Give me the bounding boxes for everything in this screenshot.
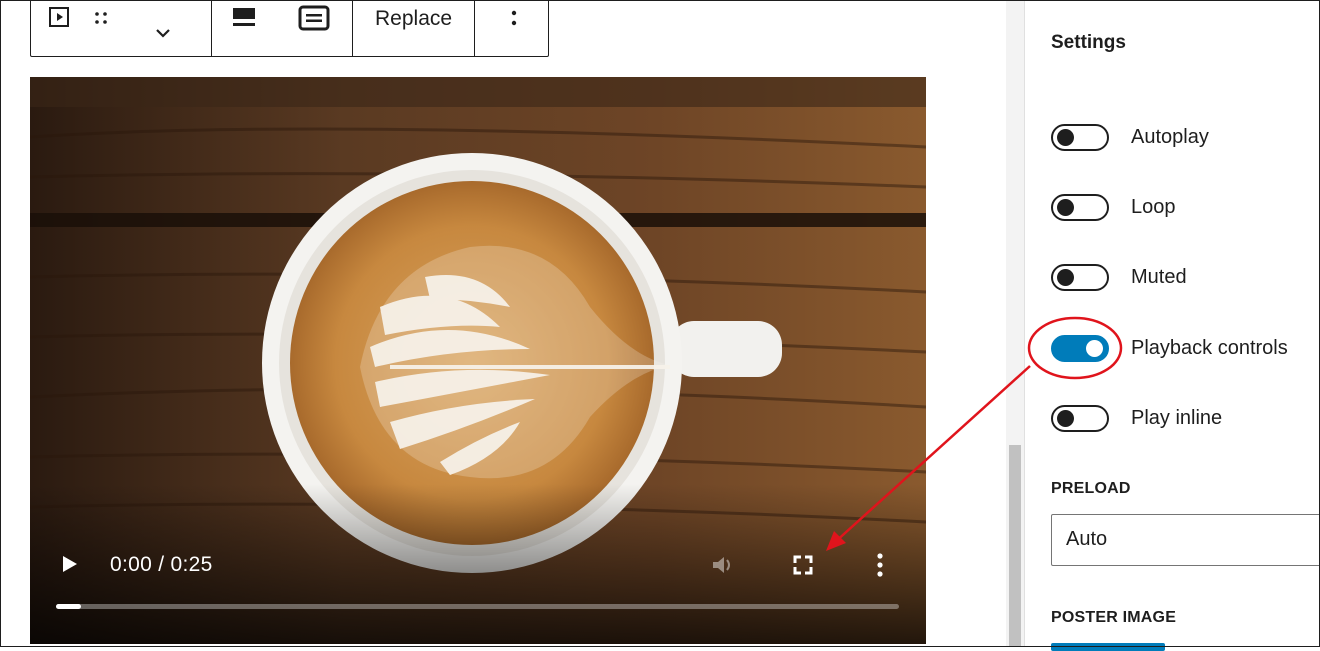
settings-sidebar: Settings Autoplay Loop Muted Playback co… [1024, 0, 1320, 651]
video-block-icon[interactable] [31, 0, 87, 56]
loop-label[interactable]: Loop [1131, 196, 1176, 219]
toolbar-group-block [31, 0, 212, 56]
video-progress-bar[interactable] [56, 604, 899, 609]
toggle-knob [1057, 199, 1074, 216]
editor-scrollbar[interactable] [1006, 0, 1024, 647]
toggle-knob [1057, 410, 1074, 427]
align-full-icon[interactable] [276, 0, 352, 56]
volume-icon[interactable] [711, 554, 735, 581]
toggle-knob [1057, 269, 1074, 286]
toggle-row-play-inline: Play inline [1051, 405, 1222, 432]
video-progress-fill [56, 604, 82, 609]
more-options-icon[interactable] [475, 0, 553, 56]
settings-title: Settings [1051, 32, 1126, 53]
toggle-knob [1057, 129, 1074, 146]
toolbar-group-more [475, 0, 553, 56]
toggle-knob [1086, 340, 1103, 357]
toggle-row-playback-controls: Playback controls [1051, 335, 1288, 362]
video-player[interactable]: 0:00 / 0:25 [30, 77, 926, 644]
poster-image-button[interactable] [1051, 643, 1165, 651]
play-inline-toggle[interactable] [1051, 405, 1109, 432]
play-inline-label[interactable]: Play inline [1131, 407, 1222, 430]
fullscreen-icon[interactable] [792, 554, 814, 581]
replace-button[interactable]: Replace [353, 0, 474, 47]
drag-handle-icon[interactable] [87, 0, 115, 56]
align-wide-icon[interactable] [212, 0, 276, 56]
editor-scrollbar-thumb[interactable] [1009, 445, 1021, 647]
toolbar-group-replace: Replace [353, 0, 476, 56]
playback-controls-toggle[interactable] [1051, 335, 1109, 362]
autoplay-label[interactable]: Autoplay [1131, 126, 1209, 149]
poster-image-label: POSTER IMAGE [1051, 609, 1177, 626]
editor-canvas: Replace 0:00 / 0:25 [0, 0, 1006, 647]
toolbar-group-align [212, 0, 353, 56]
muted-toggle[interactable] [1051, 264, 1109, 291]
autoplay-toggle[interactable] [1051, 124, 1109, 151]
toggle-row-muted: Muted [1051, 264, 1187, 291]
muted-label[interactable]: Muted [1131, 266, 1187, 289]
video-time: 0:00 / 0:25 [110, 553, 213, 576]
more-vertical-icon[interactable] [876, 552, 884, 583]
preload-select[interactable]: Auto [1051, 514, 1320, 566]
play-icon[interactable] [60, 553, 80, 580]
toggle-row-autoplay: Autoplay [1051, 124, 1209, 151]
block-toolbar: Replace [30, 0, 549, 57]
loop-toggle[interactable] [1051, 194, 1109, 221]
toggle-row-loop: Loop [1051, 194, 1176, 221]
playback-controls-label[interactable]: Playback controls [1131, 337, 1288, 360]
preload-label: PRELOAD [1051, 480, 1131, 497]
chevron-down-icon[interactable] [115, 0, 211, 56]
